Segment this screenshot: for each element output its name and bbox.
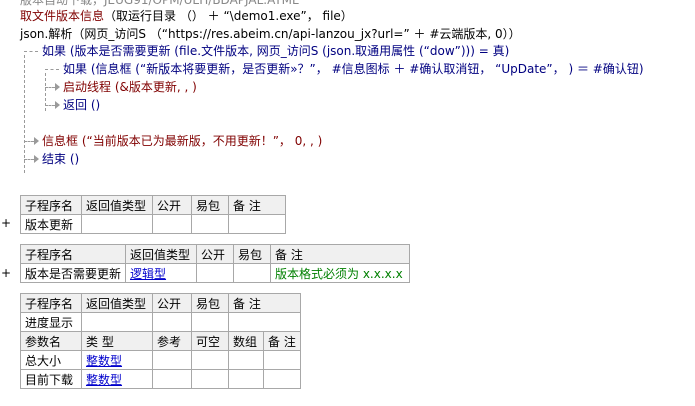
param-row[interactable]: 总大小 整数型	[20, 350, 301, 370]
code-line-msgbox[interactable]: 信息框 (“当前版本已为最新版，不用更新！”， 0, , )	[42, 132, 322, 150]
table-header: 返回值类型	[125, 244, 198, 264]
block-guide-line	[24, 55, 26, 173]
table-row[interactable]: 版本是否需要更新 逻辑型 版本格式必须为 x.x.x.x	[19, 263, 411, 283]
param-cell[interactable]	[228, 350, 264, 370]
subroutine-table-needs-update: 子程序名 返回值类型 公开 易包 备 注 版本是否需要更新 逻辑型 版本格式必须…	[19, 244, 411, 283]
table-header: 备 注	[228, 293, 301, 313]
table-cell[interactable]	[228, 312, 301, 332]
table-header: 易包	[191, 195, 229, 215]
table-header: 公开	[152, 293, 192, 313]
param-cell[interactable]	[263, 350, 301, 370]
subroutine-table-progress: 子程序名 返回值类型 公开 易包 备 注 进度显示 参数名 类 型 参考 可空 …	[20, 293, 301, 389]
table-cell[interactable]	[81, 214, 153, 234]
arrow-icon	[55, 101, 60, 109]
param-cell[interactable]: 总大小	[20, 350, 82, 370]
table-header: 子程序名	[20, 293, 82, 313]
param-header-row: 参数名 类 型 参考 可空 数组 备 注	[20, 331, 301, 351]
param-cell[interactable]	[152, 350, 192, 370]
code-line-end[interactable]: 结束 ()	[42, 150, 79, 168]
table-header: 返回值类型	[81, 293, 153, 313]
param-cell[interactable]	[263, 369, 301, 389]
code-line-return[interactable]: 返回 ()	[63, 96, 100, 114]
table-cell[interactable]: 进度显示	[20, 312, 82, 332]
arrow-icon	[55, 83, 60, 91]
table-cell[interactable]	[191, 214, 229, 234]
table-row[interactable]: 进度显示	[20, 312, 301, 332]
param-cell[interactable]: 目前下载	[20, 369, 82, 389]
block-guide-line	[45, 87, 55, 89]
block-guide-line	[24, 141, 34, 143]
block-guide-line	[24, 51, 38, 53]
func-args-tail: ＋ #云端版本, 0））	[413, 27, 521, 41]
code-line-if-confirm[interactable]: 如果 (信息框 (“新版本将要更新，是否更新»？”， #信息图标 ＋ #确认取消…	[63, 60, 644, 78]
table-header-row: 子程序名 返回值类型 公开 易包 备 注	[20, 195, 286, 215]
param-cell[interactable]	[152, 369, 192, 389]
block-guide-line	[45, 69, 59, 71]
table-cell[interactable]: 版本是否需要更新	[19, 263, 127, 283]
code-line-thread[interactable]: 启动线程 (&版本更新, , )	[63, 78, 197, 96]
table-cell-remark[interactable]: 版本格式必须为 x.x.x.x	[270, 263, 411, 283]
param-cell[interactable]	[191, 350, 229, 370]
param-cell[interactable]	[191, 369, 229, 389]
expand-icon[interactable]: +	[1, 216, 11, 230]
table-header: 备 注	[270, 244, 411, 264]
table-header: 备 注	[228, 195, 286, 215]
param-header: 备 注	[263, 331, 301, 351]
table-header: 易包	[233, 244, 272, 264]
table-header-row: 子程序名 返回值类型 公开 易包 备 注	[19, 244, 411, 264]
param-header: 数组	[228, 331, 264, 351]
code-line-if-update[interactable]: 如果 (版本是否需要更新 (file.文件版本, 网页_访问S (json.取通…	[42, 42, 509, 60]
table-cell[interactable]	[228, 214, 286, 234]
subroutine-table-version-update: 子程序名 返回值类型 公开 易包 备 注 版本更新	[20, 195, 286, 234]
param-header: 可空	[191, 331, 229, 351]
table-row[interactable]: 版本更新	[20, 214, 286, 234]
code-editor[interactable]: 版本自动下载，JEUG91/OPM/ULTI/BDAPJAL.ATML 取文件版…	[0, 0, 695, 190]
func-name: json.解析	[20, 27, 73, 41]
table-header: 公开	[152, 195, 192, 215]
table-cell[interactable]	[152, 312, 192, 332]
expand-icon[interactable]: +	[1, 266, 11, 280]
table-cell[interactable]	[233, 263, 272, 283]
param-cell[interactable]	[228, 369, 264, 389]
table-header: 返回值类型	[81, 195, 153, 215]
param-header: 参数名	[20, 331, 82, 351]
param-type[interactable]: 整数型	[81, 350, 153, 370]
param-header: 参考	[152, 331, 192, 351]
table-cell[interactable]	[191, 312, 229, 332]
table-header-row: 子程序名 返回值类型 公开 易包 备 注	[20, 293, 301, 313]
table-cell[interactable]: 版本更新	[20, 214, 82, 234]
block-guide-line	[24, 159, 34, 161]
param-header: 类 型	[81, 331, 153, 351]
block-guide-line	[45, 105, 55, 107]
func-args: （取运行目录 （） ＋ “\demo1.exe”， file）	[104, 9, 353, 23]
param-row[interactable]: 目前下载 整数型	[20, 369, 301, 389]
table-cell[interactable]	[196, 263, 235, 283]
arrow-icon	[34, 137, 39, 145]
table-cell-return-type[interactable]: 逻辑型	[125, 263, 198, 283]
table-header: 子程序名	[19, 244, 127, 264]
table-cell[interactable]	[81, 312, 153, 332]
param-type[interactable]: 整数型	[81, 369, 153, 389]
func-name: 取文件版本信息	[20, 9, 105, 23]
table-header: 公开	[196, 244, 235, 264]
code-line-2[interactable]: json.解析（网页_访问S （“https://res.abeim.cn/ap…	[20, 25, 521, 43]
func-args: （网页_访问S （“https://res.abeim.cn/api-lanzo…	[72, 27, 410, 41]
table-header: 易包	[191, 293, 229, 313]
arrow-icon	[34, 155, 39, 163]
table-cell[interactable]	[152, 214, 192, 234]
code-line-1[interactable]: 取文件版本信息（取运行目录 （） ＋ “\demo1.exe”， file）	[20, 7, 353, 25]
table-header: 子程序名	[20, 195, 82, 215]
